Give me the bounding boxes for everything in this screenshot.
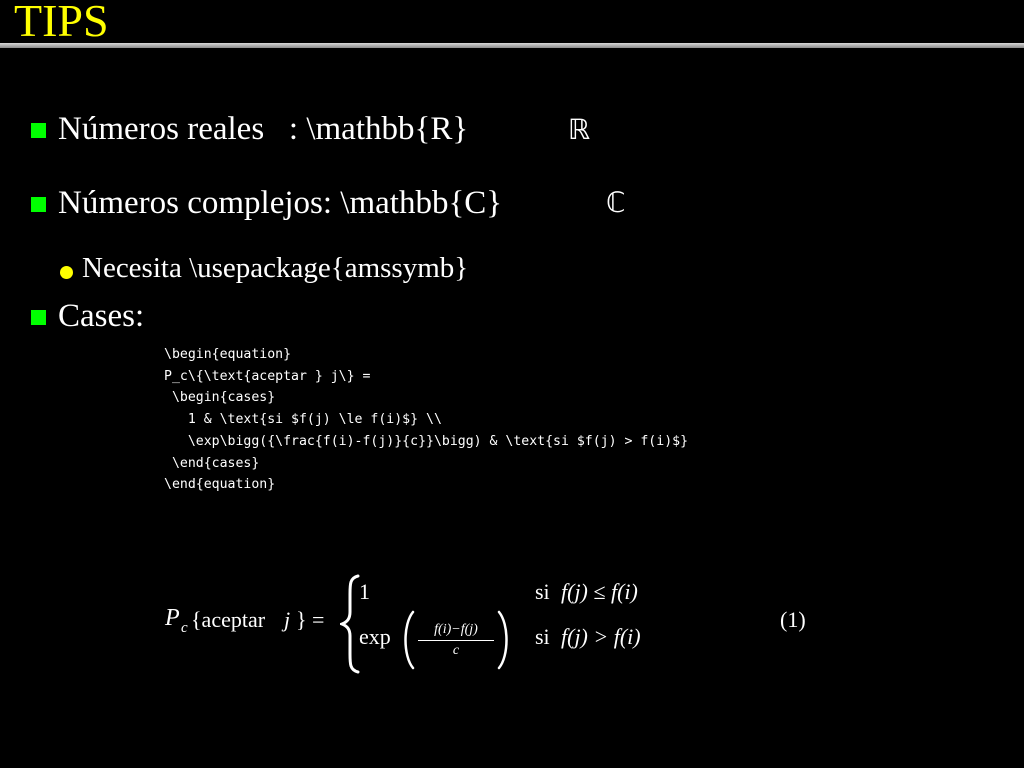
real-numbers-symbol: ℝ <box>568 113 591 146</box>
case1-condition-expr: f(j) ≤ f(i) <box>561 579 638 604</box>
bullet-square-icon <box>31 197 46 212</box>
subbullet-amssymb-text: Necesita \usepackage{amssymb} <box>82 252 469 284</box>
equation-lhs-P: P <box>165 605 180 631</box>
fraction-bar <box>418 640 494 641</box>
complex-numbers-symbol: ℂ <box>606 186 626 219</box>
bullet-real-numbers-text: Números reales : \mathbb{R} <box>58 111 469 147</box>
fraction-denominator: c <box>452 643 460 658</box>
latex-code-block: \begin{equation} P_c\{\text{aceptar } j\… <box>164 347 689 493</box>
slide-title: TIPS <box>14 0 109 46</box>
equation-lhs-close: } = <box>296 607 325 632</box>
equation-lhs-open: {aceptar <box>191 607 271 632</box>
case1-value: 1 <box>359 579 370 604</box>
bullet-square-icon <box>31 310 46 325</box>
equation-lhs-subscript: c <box>181 620 188 636</box>
case2-fraction: f(i)−f(j) c <box>416 621 496 660</box>
bullet-cases-text: Cases: <box>58 298 145 334</box>
equation-lhs-j: j <box>284 607 291 632</box>
left-paren-icon <box>404 610 415 670</box>
case2-condition-si: si <box>535 624 556 649</box>
equation-number: (1) <box>780 607 806 632</box>
bullet-square-icon <box>31 123 46 138</box>
bullet-complex-numbers-text: Números complejos: \mathbb{C} <box>58 185 503 221</box>
title-rule <box>0 43 1024 48</box>
case2-condition-expr: f(j) > f(i) <box>561 624 641 649</box>
case1-condition-si: si <box>535 579 556 604</box>
fraction-numerator: f(i)−f(j) <box>434 622 478 637</box>
case2-exp: exp <box>359 624 391 649</box>
right-paren-icon <box>497 610 508 670</box>
subbullet-dot-icon <box>60 266 73 279</box>
